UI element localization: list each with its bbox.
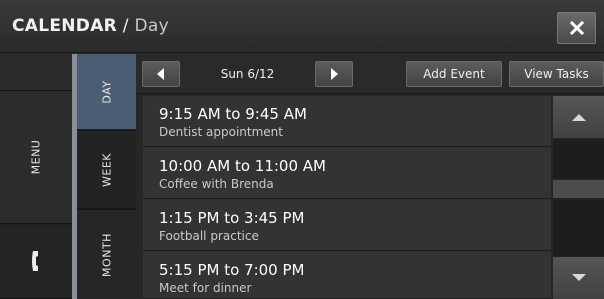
phone-button[interactable] [0,225,72,299]
view-tabs: DAY WEEK MONTH [77,54,136,299]
menu-button[interactable]: MENU [0,91,72,224]
title-separator: / [117,16,135,36]
previous-day-button[interactable] [142,61,180,87]
event-item[interactable]: 1:15 PM to 3:45 PM Football practice [143,200,551,251]
app-title: CALENDAR [12,16,118,36]
title-bar: CALENDAR / Day [0,0,604,53]
next-day-button[interactable] [315,61,353,87]
tab-day[interactable]: DAY [77,54,136,129]
view-tasks-button[interactable]: View Tasks [509,61,604,87]
event-item[interactable]: 9:15 AM to 9:45 AM Dentist appointment [143,96,551,147]
tab-month-label: MONTH [100,232,113,277]
event-title: Meet for dinner [159,281,252,295]
scroll-up-button[interactable] [553,96,604,138]
triangle-left-icon [157,68,164,80]
triangle-right-icon [331,68,338,80]
tab-week[interactable]: WEEK [77,130,136,208]
scroll-track[interactable] [553,200,604,256]
rail-spacer [0,54,72,91]
event-item[interactable]: 5:15 PM to 7:00 PM Meet for dinner [143,252,551,299]
event-item[interactable]: 10:00 AM to 11:00 AM Coffee with Brenda [143,148,551,199]
calendar-app: CALENDAR / Day MENU DAY WEEK MONTH Sun 6… [0,0,604,299]
triangle-down-icon [571,274,586,281]
menu-label: MENU [29,139,43,175]
view-title: Day [134,16,169,36]
triangle-up-icon [571,114,586,121]
event-time: 5:15 PM to 7:00 PM [159,261,305,279]
event-title: Dentist appointment [159,125,283,139]
page-title: CALENDAR / Day [12,0,169,53]
event-time: 1:15 PM to 3:45 PM [159,209,305,227]
side-rail: MENU [0,54,72,299]
tab-week-label: WEEK [100,152,113,187]
tab-month[interactable]: MONTH [77,209,136,299]
tab-day-label: DAY [100,79,113,104]
scroll-down-button[interactable] [553,257,604,299]
close-button[interactable] [557,12,596,44]
event-scrollbar [553,96,604,299]
close-icon [569,21,584,35]
event-title: Football practice [159,229,259,243]
current-date: Sun 6/12 [220,67,275,81]
scroll-thumb[interactable] [553,180,604,198]
event-title: Coffee with Brenda [159,177,274,191]
add-event-button[interactable]: Add Event [406,61,502,87]
event-time: 9:15 AM to 9:45 AM [159,105,307,123]
phone-icon [32,251,38,271]
scroll-track[interactable] [553,140,604,178]
event-time: 10:00 AM to 11:00 AM [159,157,326,175]
event-list: 9:15 AM to 9:45 AM Dentist appointment 1… [143,96,551,299]
day-toolbar: Sun 6/12 Add Event View Tasks [136,54,604,94]
